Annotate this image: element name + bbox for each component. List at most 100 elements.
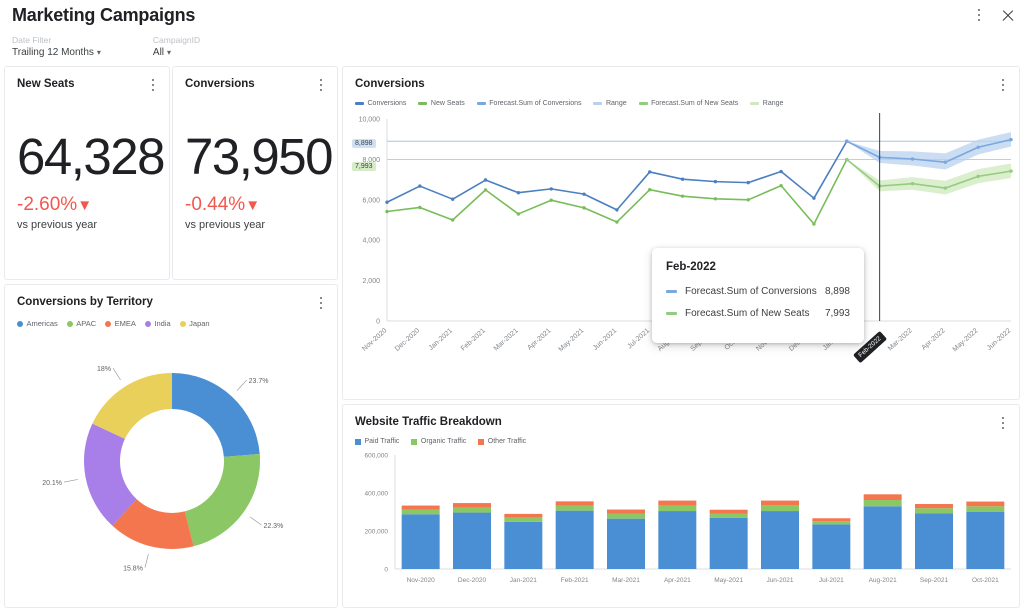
bar-segment[interactable] [915, 508, 953, 514]
filter-date-value[interactable]: Trailing 12 Months ▾ [12, 46, 101, 59]
legend-item-india[interactable]: India [144, 319, 171, 328]
legend-item[interactable]: Range [593, 100, 627, 107]
filter-date[interactable]: Date Filter Trailing 12 Months ▾ [12, 35, 101, 59]
data-point[interactable] [943, 160, 948, 164]
close-icon[interactable] [1000, 7, 1016, 23]
data-point[interactable] [1009, 137, 1013, 142]
kebab-menu-icon[interactable] [972, 7, 986, 23]
filter-campaign-value[interactable]: All ▾ [153, 46, 200, 59]
bar-segment[interactable] [709, 513, 748, 518]
bar-segment[interactable] [863, 494, 902, 501]
legend-item-emea[interactable]: EMEA [105, 319, 136, 328]
data-point[interactable] [845, 157, 849, 162]
donut-slice-japan[interactable] [92, 373, 172, 439]
legend-item-americas[interactable]: Americas [17, 319, 58, 328]
data-point[interactable] [516, 212, 521, 216]
bar-segment[interactable] [761, 511, 799, 569]
kebab-menu-icon[interactable] [314, 77, 328, 93]
data-point[interactable] [615, 220, 619, 224]
bar-segment[interactable] [453, 503, 491, 508]
legend-item-japan[interactable]: Japan [179, 319, 210, 328]
bar-segment[interactable] [555, 505, 594, 511]
bar-segment[interactable] [607, 513, 645, 519]
data-point[interactable] [680, 194, 685, 198]
bar-segment[interactable] [863, 506, 902, 569]
bar-segment[interactable] [812, 524, 851, 569]
data-point[interactable] [450, 218, 455, 222]
legend-item[interactable]: Conversions [355, 100, 406, 107]
bar-segment[interactable] [658, 500, 697, 506]
legend-item-organic-traffic[interactable]: Organic Traffic [411, 438, 466, 445]
bar-segment[interactable] [555, 501, 594, 506]
data-point[interactable] [812, 196, 816, 200]
data-point[interactable] [910, 181, 915, 186]
kebab-menu-icon[interactable] [146, 77, 160, 93]
data-point[interactable] [713, 179, 718, 184]
kebab-menu-icon[interactable] [996, 415, 1010, 431]
data-point[interactable] [483, 178, 488, 182]
data-point[interactable] [483, 188, 488, 192]
data-point[interactable] [680, 177, 685, 181]
bar-segment[interactable] [915, 504, 953, 509]
data-point[interactable] [615, 208, 619, 212]
bar-segment[interactable] [812, 518, 851, 522]
data-point[interactable] [582, 192, 586, 196]
data-point[interactable] [549, 198, 553, 202]
bar-segment[interactable] [401, 514, 440, 569]
legend-item[interactable]: Forecast.Sum of Conversions [476, 100, 581, 107]
bar-segment[interactable] [607, 509, 645, 514]
bar-segment[interactable] [966, 512, 1005, 569]
data-point[interactable] [746, 198, 750, 202]
bar-segment[interactable] [453, 507, 491, 513]
bar-segment[interactable] [812, 521, 851, 525]
legend-item[interactable]: Range [750, 100, 783, 107]
bar-segment[interactable] [915, 513, 953, 569]
legend-item[interactable]: New Seats [418, 100, 465, 107]
bar-segment[interactable] [863, 500, 902, 507]
bar-segment[interactable] [453, 512, 491, 569]
data-point[interactable] [549, 187, 553, 191]
bar-segment[interactable] [761, 500, 799, 506]
bar-segment[interactable] [761, 505, 799, 512]
bar-segment[interactable] [607, 518, 645, 569]
data-point[interactable] [385, 200, 389, 204]
legend-item-paid-traffic[interactable]: Paid Traffic [355, 438, 399, 445]
bar-segment[interactable] [504, 517, 543, 522]
data-point[interactable] [812, 222, 816, 226]
bar-segment[interactable] [709, 509, 748, 514]
bar-segment[interactable] [709, 517, 748, 569]
bar-segment[interactable] [401, 509, 440, 515]
bar-segment[interactable] [658, 505, 697, 512]
data-point[interactable] [976, 145, 980, 149]
bar-segment[interactable] [401, 505, 440, 510]
bar-segment[interactable] [966, 501, 1005, 507]
donut-slice-apac[interactable] [184, 453, 260, 547]
bar-segment[interactable] [504, 521, 543, 569]
data-point[interactable] [779, 183, 783, 188]
data-point[interactable] [943, 186, 948, 190]
data-point[interactable] [418, 184, 422, 188]
data-point[interactable] [1009, 169, 1013, 173]
data-point[interactable] [648, 188, 652, 192]
data-point[interactable] [910, 157, 915, 161]
data-point[interactable] [450, 197, 455, 201]
donut-slice-americas[interactable] [172, 373, 260, 457]
legend-item[interactable]: Forecast.Sum of New Seats [638, 100, 738, 107]
bar-segment[interactable] [966, 506, 1005, 512]
data-point[interactable] [648, 170, 652, 174]
legend-item-apac[interactable]: APAC [66, 319, 96, 328]
data-point[interactable] [418, 205, 422, 210]
legend-item-other-traffic[interactable]: Other Traffic [478, 438, 526, 445]
data-point[interactable] [385, 209, 389, 214]
data-point[interactable] [976, 174, 980, 179]
bar-segment[interactable] [658, 511, 697, 569]
data-point[interactable] [516, 191, 521, 195]
data-point[interactable] [845, 139, 849, 143]
data-point[interactable] [582, 206, 586, 210]
kebab-menu-icon[interactable] [996, 77, 1010, 93]
data-point[interactable] [779, 169, 783, 174]
kebab-menu-icon[interactable] [314, 295, 328, 311]
filter-campaign[interactable]: CampaignID All ▾ [153, 35, 200, 59]
bar-segment[interactable] [504, 513, 543, 518]
bar-segment[interactable] [555, 510, 594, 569]
